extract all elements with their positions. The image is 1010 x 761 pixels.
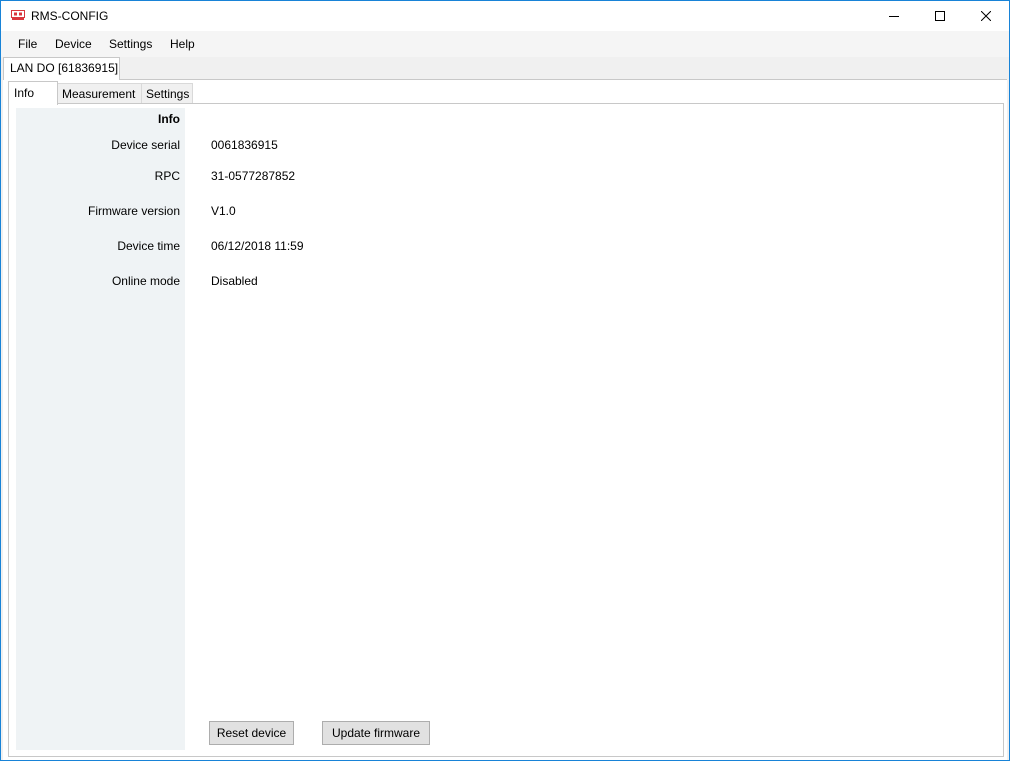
tab-info[interactable]: Info [8, 81, 58, 105]
menu-settings[interactable]: Settings [109, 37, 152, 51]
device-time-value: 06/12/2018 11:59 [211, 239, 304, 253]
device-time-label: Device time [117, 239, 180, 253]
menu-file[interactable]: File [18, 37, 37, 51]
maximize-icon[interactable] [917, 1, 963, 31]
reset-device-button[interactable]: Reset device [209, 721, 294, 745]
minimize-icon[interactable] [871, 1, 917, 31]
firmware-version-label: Firmware version [87, 204, 180, 218]
rpc-label: RPC [154, 169, 180, 183]
close-icon[interactable] [963, 1, 1009, 31]
tab-info-label: Info [14, 86, 35, 100]
tab-measurement[interactable]: Measurement [57, 83, 142, 103]
online-mode-label: Online mode [111, 274, 180, 288]
rpc-value: 31-0577287852 [211, 169, 296, 183]
tab-measurement-label: Measurement [62, 87, 136, 101]
update-firmware-button[interactable]: Update firmware [322, 721, 430, 745]
title-bar[interactable]: RMS-CONFIG [1, 1, 1009, 31]
device-serial-value: 0061836915 [211, 138, 278, 152]
section-title: Info [158, 112, 180, 126]
menu-bar: File Device Settings Help [1, 31, 1009, 57]
app-window: RMS-CONFIG File Device Settings Help LAN… [0, 0, 1010, 761]
firmware-version-value: V1.0 [211, 204, 236, 218]
app-icon [11, 10, 25, 21]
device-serial-label: Device serial [111, 138, 180, 152]
menu-help[interactable]: Help [170, 37, 195, 51]
window-title: RMS-CONFIG [31, 9, 109, 23]
document-tab-label: LAN DO [61836915] [10, 61, 119, 75]
menu-device[interactable]: Device [55, 37, 92, 51]
online-mode-value: Disabled [211, 274, 258, 288]
tab-settings-label: Settings [146, 87, 190, 101]
tab-settings[interactable]: Settings [141, 83, 193, 103]
document-tab[interactable]: LAN DO [61836915] [3, 57, 120, 80]
